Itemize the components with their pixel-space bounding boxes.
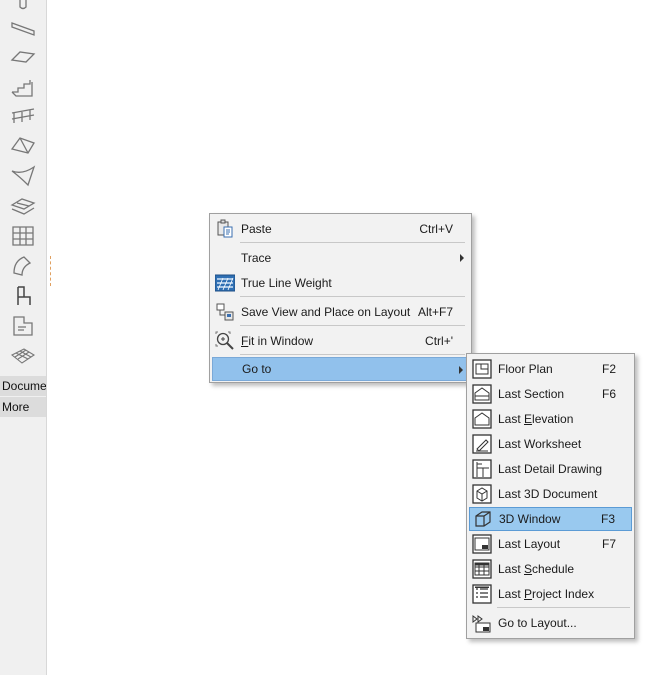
- last-worksheet-label: Last Worksheet: [498, 437, 582, 451]
- submenu-item-last-detail-drawing[interactable]: Last Detail Drawing: [469, 457, 632, 481]
- last-3d-document-label: Last 3D Document: [498, 487, 598, 501]
- last-section-label: Last Section: [498, 387, 565, 401]
- roof-tool-icon[interactable]: [9, 134, 37, 158]
- last-project-index-pre: Last: [498, 587, 525, 601]
- last-schedule-mnemonic: S: [524, 562, 533, 576]
- 3d-window-shortcut: F3: [600, 512, 615, 526]
- trace-icon-placeholder: [214, 247, 236, 269]
- slab-tool-icon[interactable]: [9, 45, 37, 69]
- schedule-icon: [471, 558, 493, 580]
- go-to-layout-label: Go to Layout...: [498, 616, 577, 630]
- menu-item-true-line-weight[interactable]: True Line Weight: [212, 271, 469, 295]
- last-elevation-post: levation: [532, 412, 574, 426]
- last-project-index-mnemonic: P: [524, 587, 533, 601]
- worksheet-icon: [471, 433, 493, 455]
- go-to-submenu: Floor Plan F2 Last Section F6 Last Eleva…: [466, 353, 635, 639]
- submenu-item-floor-plan[interactable]: Floor Plan F2: [469, 357, 632, 381]
- submenu-item-go-to-layout[interactable]: Go to Layout...: [469, 611, 632, 635]
- context-menu: Paste Ctrl+V Trace True Line Weight Save…: [209, 213, 472, 383]
- object-tool-icon[interactable]: [9, 284, 37, 308]
- go-to-label: Go to: [242, 362, 272, 376]
- floor-plan-icon: [471, 358, 493, 380]
- toolbox: Docume More: [0, 0, 47, 675]
- menu-item-paste[interactable]: Paste Ctrl+V: [212, 217, 469, 241]
- submenu-item-last-section[interactable]: Last Section F6: [469, 382, 632, 406]
- last-layout-shortcut: F7: [601, 537, 616, 551]
- fit-in-window-shortcut: Ctrl+': [425, 334, 453, 348]
- last-section-shortcut: F6: [601, 387, 616, 401]
- save-view-label: Save View and Place on Layout: [241, 305, 411, 319]
- menu-item-go-to[interactable]: Go to: [212, 357, 469, 381]
- fit-in-window-label-rest: it in Window: [248, 334, 314, 348]
- last-elevation-label: Last Elevation: [498, 412, 632, 426]
- canvas[interactable]: Docume More Paste Ctrl+V Trace True Line…: [0, 0, 670, 675]
- menu-separator: [240, 242, 465, 243]
- shell-tool-icon[interactable]: [9, 164, 37, 188]
- submenu-arrow-icon: [460, 254, 464, 262]
- paste-icon: [214, 218, 236, 240]
- paste-label: Paste: [241, 222, 272, 236]
- menu-item-fit-in-window[interactable]: Fit in Window Ctrl+': [212, 329, 469, 353]
- last-schedule-label: Last Schedule: [498, 562, 632, 576]
- submenu-item-last-worksheet[interactable]: Last Worksheet: [469, 432, 632, 456]
- submenu-item-last-schedule[interactable]: Last Schedule: [469, 557, 632, 581]
- floor-plan-shortcut: F2: [601, 362, 616, 376]
- trace-label: Trace: [241, 251, 272, 265]
- fit-in-window-label: Fit in Window: [241, 334, 425, 348]
- submenu-item-last-elevation[interactable]: Last Elevation: [469, 407, 632, 431]
- submenu-arrow-icon: [459, 366, 463, 374]
- menu-separator: [497, 607, 630, 608]
- submenu-item-3d-window[interactable]: 3D Window F3: [469, 507, 632, 531]
- toolbox-tab-more[interactable]: More: [0, 397, 46, 417]
- beam-tool-icon[interactable]: [9, 16, 37, 40]
- project-index-icon: [471, 583, 493, 605]
- last-schedule-pre: Last: [498, 562, 525, 576]
- layout-icon: [471, 533, 493, 555]
- save-view-icon: [214, 301, 236, 323]
- detail-drawing-icon: [471, 458, 493, 480]
- last-project-index-post: roject Index: [532, 587, 595, 601]
- toolbox-tab-document[interactable]: Docume: [0, 376, 46, 396]
- 3d-window-label: 3D Window: [499, 512, 561, 526]
- stair-tool-icon[interactable]: [9, 75, 37, 99]
- mesh-tool-icon[interactable]: [9, 344, 37, 368]
- floor-plan-label: Floor Plan: [498, 362, 553, 376]
- morph-tool-icon[interactable]: [9, 254, 37, 278]
- elevation-icon: [471, 408, 493, 430]
- last-layout-label: Last Layout: [498, 537, 561, 551]
- save-view-shortcut: Alt+F7: [417, 305, 453, 319]
- menu-separator: [240, 325, 465, 326]
- section-icon: [471, 383, 493, 405]
- selection-marker: [50, 256, 63, 286]
- menu-item-trace[interactable]: Trace: [212, 246, 469, 270]
- menu-item-save-view[interactable]: Save View and Place on Layout Alt+F7: [212, 300, 469, 324]
- railing-tool-icon[interactable]: [9, 104, 37, 128]
- zoom-fit-icon: [214, 330, 236, 352]
- 3d-window-icon: [472, 508, 494, 530]
- menu-separator: [240, 354, 465, 355]
- menu-separator: [240, 296, 465, 297]
- 3d-document-icon: [471, 483, 493, 505]
- last-elevation-mnemonic: E: [524, 412, 533, 426]
- submenu-item-last-project-index[interactable]: Last Project Index: [469, 582, 632, 606]
- last-detail-drawing-label: Last Detail Drawing: [498, 462, 603, 476]
- last-schedule-post: chedule: [532, 562, 575, 576]
- paste-shortcut: Ctrl+V: [419, 222, 453, 236]
- submenu-item-last-3d-document[interactable]: Last 3D Document: [469, 482, 632, 506]
- go-to-layout-icon: [471, 612, 493, 634]
- true-line-weight-label: True Line Weight: [241, 276, 332, 290]
- line-weight-icon: [214, 272, 236, 294]
- skylight-tool-icon[interactable]: [9, 194, 37, 218]
- last-elevation-pre: Last: [498, 412, 525, 426]
- submenu-item-last-layout[interactable]: Last Layout F7: [469, 532, 632, 556]
- zone-tool-icon[interactable]: [9, 314, 37, 338]
- last-project-index-label: Last Project Index: [498, 587, 632, 601]
- curtain-wall-tool-icon[interactable]: [9, 224, 37, 248]
- go-to-icon-placeholder: [215, 358, 237, 380]
